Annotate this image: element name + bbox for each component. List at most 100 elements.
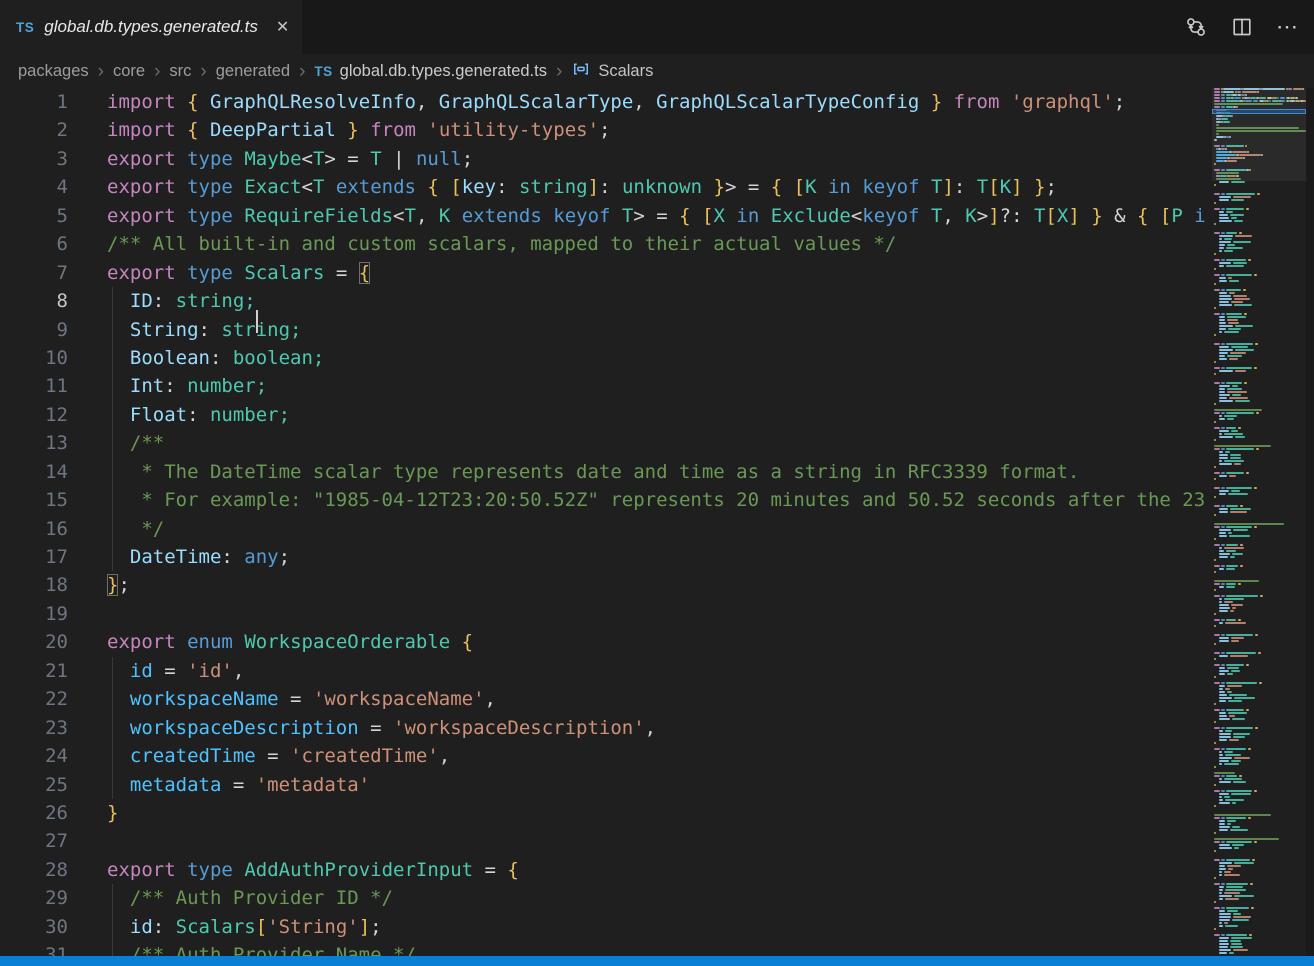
typescript-file-icon: TS bbox=[314, 64, 332, 79]
line-text: export type AddAuthProviderInput = { bbox=[107, 859, 519, 881]
code-line[interactable]: 7 export type Scalars = { bbox=[0, 259, 1212, 287]
line-number: 20 bbox=[0, 628, 68, 656]
code-line[interactable]: 20 export enum WorkspaceOrderable { bbox=[0, 628, 1212, 656]
line-text: */ bbox=[107, 518, 164, 540]
code-line[interactable]: 10 Boolean: boolean; bbox=[0, 344, 1212, 372]
line-number: 31 bbox=[0, 941, 68, 956]
code-line[interactable]: 6 /** All built-in and custom scalars, ma… bbox=[0, 230, 1212, 258]
breadcrumb-item-packages[interactable]: packages bbox=[18, 62, 89, 81]
line-text: /** Auth Provider Name */ bbox=[107, 944, 416, 956]
code-line[interactable]: 5export type RequireFields<T, K extends … bbox=[0, 202, 1212, 230]
line-text: ID: string; bbox=[107, 290, 256, 312]
breadcrumb-item-src[interactable]: src bbox=[169, 62, 191, 81]
line-number: 28 bbox=[0, 856, 68, 884]
code-line[interactable]: 8 ID: string; bbox=[0, 287, 1212, 315]
tab-title: global.db.types.generated.ts bbox=[44, 17, 258, 37]
code-area[interactable]: 1 import { GraphQLResolveInfo, GraphQLSca… bbox=[0, 88, 1212, 956]
minimap-slider[interactable] bbox=[1212, 88, 1306, 181]
line-text: String: string; bbox=[107, 319, 302, 341]
code-line[interactable]: 12 Float: number; bbox=[0, 401, 1212, 429]
tab-bar: TS global.db.types.generated.ts ✕ bbox=[0, 0, 1314, 54]
code-line[interactable]: 30 id: Scalars['String']; bbox=[0, 913, 1212, 941]
code-line[interactable]: 26} bbox=[0, 799, 1212, 827]
code-line[interactable]: 11 Int: number; bbox=[0, 372, 1212, 400]
editor[interactable]: 1 import { GraphQLResolveInfo, GraphQLSca… bbox=[0, 88, 1314, 956]
line-number: 1 bbox=[0, 88, 68, 116]
line-number: 13 bbox=[0, 429, 68, 457]
code-line[interactable]: 14 * The DateTime scalar type represents… bbox=[0, 458, 1212, 486]
code-line[interactable]: 25 metadata = 'metadata' bbox=[0, 771, 1212, 799]
line-text: import { DeepPartial } from 'utility-typ… bbox=[107, 119, 610, 141]
line-text: export type Scalars = { bbox=[107, 262, 370, 284]
line-number: 22 bbox=[0, 685, 68, 713]
typescript-file-icon: TS bbox=[16, 20, 34, 35]
line-text: /** All built-in and custom scalars, map… bbox=[107, 233, 896, 255]
line-text: id: Scalars['String']; bbox=[107, 916, 382, 938]
chevron-right-icon: › bbox=[298, 62, 306, 81]
close-icon[interactable]: ✕ bbox=[276, 17, 289, 37]
line-text: DateTime: any; bbox=[107, 546, 290, 568]
line-number: 11 bbox=[0, 372, 68, 400]
tab-global-db-types[interactable]: TS global.db.types.generated.ts ✕ bbox=[0, 0, 302, 54]
chevron-right-icon: › bbox=[97, 62, 105, 81]
code-line[interactable]: 1 import { GraphQLResolveInfo, GraphQLSca… bbox=[0, 88, 1212, 116]
minimap[interactable] bbox=[1212, 88, 1306, 956]
code-line[interactable]: 29 /** Auth Provider ID */ bbox=[0, 884, 1212, 912]
line-number: 12 bbox=[0, 401, 68, 429]
code-line[interactable]: 18}; bbox=[0, 571, 1212, 599]
code-line[interactable]: 9 String: string; bbox=[0, 316, 1212, 344]
line-number: 30 bbox=[0, 913, 68, 941]
editor-actions: ⋯ bbox=[1184, 0, 1314, 54]
code-line[interactable]: 19 bbox=[0, 600, 1212, 628]
symbol-variable-icon bbox=[571, 59, 591, 84]
breadcrumb-item-core[interactable]: core bbox=[113, 62, 145, 81]
line-number: 5 bbox=[0, 202, 68, 230]
code-line[interactable]: 2import { DeepPartial } from 'utility-ty… bbox=[0, 116, 1212, 144]
overview-ruler bbox=[1306, 88, 1314, 956]
code-line[interactable]: 22 workspaceName = 'workspaceName', bbox=[0, 685, 1212, 713]
code-line[interactable]: 4 export type Exact<T extends { [key: str… bbox=[0, 173, 1212, 201]
code-line[interactable]: 3 export type Maybe<T> = T | null; bbox=[0, 145, 1212, 173]
code-line[interactable]: 21 id = 'id', bbox=[0, 657, 1212, 685]
breadcrumb-item-generated[interactable]: generated bbox=[216, 62, 290, 81]
line-number: 26 bbox=[0, 799, 68, 827]
code-line[interactable]: 15 * For example: "1985-04-12T23:20:50.5… bbox=[0, 486, 1212, 514]
line-text: Boolean: boolean; bbox=[107, 347, 324, 369]
line-number: 7 bbox=[0, 259, 68, 287]
line-text: workspaceDescription = 'workspaceDescrip… bbox=[107, 717, 656, 739]
breadcrumb-symbol-label: Scalars bbox=[598, 62, 653, 81]
breadcrumb-item-symbol[interactable]: Scalars bbox=[571, 59, 653, 84]
code-line[interactable]: 16 */ bbox=[0, 515, 1212, 543]
code-line[interactable]: 17 DateTime: any; bbox=[0, 543, 1212, 571]
line-number: 15 bbox=[0, 486, 68, 514]
line-text: } bbox=[107, 802, 118, 824]
line-number: 10 bbox=[0, 344, 68, 372]
line-number: 4 bbox=[0, 173, 68, 201]
line-text: export type Maybe<T> = T | null; bbox=[107, 148, 473, 170]
minimap-current-line-highlight bbox=[1212, 109, 1306, 114]
code-line[interactable]: 13 /** bbox=[0, 429, 1212, 457]
breadcrumb-item-file[interactable]: TS global.db.types.generated.ts bbox=[314, 62, 547, 81]
line-text: }; bbox=[107, 574, 130, 596]
breadcrumb-file-label: global.db.types.generated.ts bbox=[340, 62, 547, 81]
code-line[interactable]: 24 createdTime = 'createdTime', bbox=[0, 742, 1212, 770]
line-number: 19 bbox=[0, 600, 68, 628]
line-text: import { GraphQLResolveInfo, GraphQLScal… bbox=[107, 91, 1125, 113]
code-line[interactable]: 31 /** Auth Provider Name */ bbox=[0, 941, 1212, 956]
code-line[interactable]: 23 workspaceDescription = 'workspaceDesc… bbox=[0, 714, 1212, 742]
more-actions-icon[interactable]: ⋯ bbox=[1276, 16, 1298, 38]
split-editor-icon[interactable] bbox=[1230, 15, 1254, 39]
code-line[interactable]: 28 export type AddAuthProviderInput = { bbox=[0, 856, 1212, 884]
line-text: export type Exact<T extends { [key: stri… bbox=[107, 176, 1057, 198]
line-text: * The DateTime scalar type represents da… bbox=[107, 461, 1079, 483]
status-bar[interactable] bbox=[0, 956, 1314, 966]
chevron-right-icon: › bbox=[199, 62, 207, 81]
open-changes-icon[interactable] bbox=[1184, 15, 1208, 39]
code-line[interactable]: 27 bbox=[0, 827, 1212, 855]
line-text: createdTime = 'createdTime', bbox=[107, 745, 450, 767]
line-number: 3 bbox=[0, 145, 68, 173]
line-text: /** Auth Provider ID */ bbox=[107, 887, 393, 909]
line-text: export enum WorkspaceOrderable { bbox=[107, 631, 473, 653]
line-number: 6 bbox=[0, 230, 68, 258]
line-number: 14 bbox=[0, 458, 68, 486]
